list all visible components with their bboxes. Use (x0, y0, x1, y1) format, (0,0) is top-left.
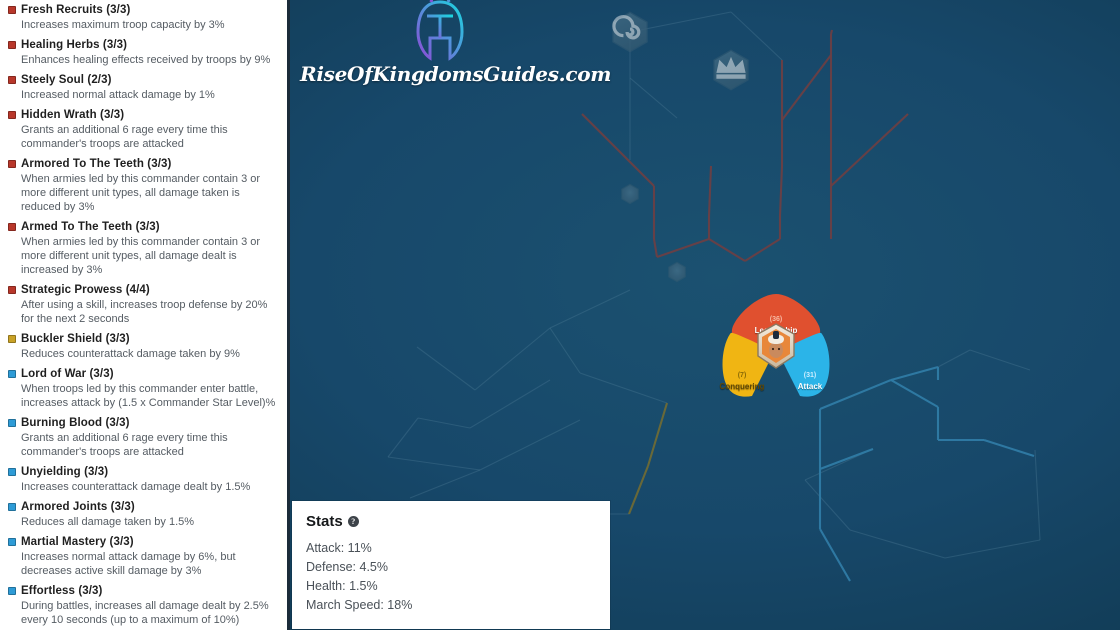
talent-name: Strategic Prowess (4/4) (21, 284, 150, 296)
talent-entry-header: Armed To The Teeth (3/3) (8, 221, 277, 234)
talent-name: Effortless (3/3) (21, 585, 103, 597)
talent-entry: Armored To The Teeth (3/3) When armies le… (8, 158, 277, 214)
stat-row: Health: 1.5% (306, 579, 378, 593)
talent-entry-header: Effortless (3/3) (8, 585, 277, 598)
talent-node-locked (658, 253, 696, 291)
talent-tree-color-swatch (8, 286, 16, 294)
talent-tree-color-swatch (8, 223, 16, 231)
talent-tree-color-swatch (8, 419, 16, 427)
stats-title-label: Stats (306, 513, 343, 530)
talent-description: Grants an additional 6 rage every time t… (21, 432, 228, 458)
talent-name: Buckler Shield (3/3) (21, 333, 130, 345)
talent-tree-color-swatch (8, 6, 16, 14)
talent-petal-points: (7) (737, 372, 747, 379)
talent-list-sidebar: Fresh Recruits (3/3) Increases maximum tr… (0, 0, 290, 630)
spiral-icon (612, 11, 648, 53)
commander-talent-hub[interactable]: (36)Leadership(7)Conquering(31)Attack (716, 290, 836, 410)
stat-row: Defense: 4.5% (306, 560, 388, 574)
talent-description: Increases normal attack damage by 6%, bu… (21, 551, 236, 577)
talent-name: Unyielding (3/3) (21, 466, 109, 478)
talent-name: Martial Mastery (3/3) (21, 536, 134, 548)
talent-tree-color-swatch (8, 587, 16, 595)
talent-description: When armies led by this commander contai… (21, 173, 261, 213)
talent-petal-points: (31) (803, 372, 817, 379)
talent-entry: Fresh Recruits (3/3) Increases maximum tr… (8, 4, 277, 32)
crown-icon (713, 49, 749, 91)
talent-description: Grants an additional 6 rage every time t… (21, 124, 228, 150)
talent-tree-color-swatch (8, 41, 16, 49)
talent-name: Armored To The Teeth (3/3) (21, 158, 172, 170)
talent-entry-header: Steely Soul (2/3) (8, 74, 277, 87)
talent-name: Burning Blood (3/3) (21, 417, 130, 429)
talent-name: Armed To The Teeth (3/3) (21, 221, 160, 233)
talent-node-locked (611, 175, 649, 213)
talent-entry-header: Armored Joints (3/3) (8, 501, 277, 514)
talent-entry: Hidden Wrath (3/3) Grants an additional 6… (8, 109, 277, 151)
talent-entry: Armed To The Teeth (3/3) When armies led … (8, 221, 277, 277)
talent-entry-header: Hidden Wrath (3/3) (8, 109, 277, 122)
talent-entry: Burning Blood (3/3) Grants an additional … (8, 417, 277, 459)
talent-entry: Martial Mastery (3/3) Increases normal at… (8, 536, 277, 578)
talent-entry-header: Buckler Shield (3/3) (8, 333, 277, 346)
stats-panel: Stats ? Attack: 11% Defense: 4.5% Health: … (292, 501, 610, 629)
talent-description: When armies led by this commander contai… (21, 236, 261, 276)
talent-entry-header: Martial Mastery (3/3) (8, 536, 277, 549)
dim-node-icon (621, 183, 639, 205)
talent-tree-color-swatch (8, 111, 16, 119)
question-mark-icon[interactable]: ? (347, 516, 359, 527)
talent-name: Steely Soul (2/3) (21, 74, 112, 86)
talent-entry: Strategic Prowess (4/4) After using a ski… (8, 284, 277, 326)
talent-entry-header: Strategic Prowess (4/4) (8, 284, 277, 297)
talent-tree-color-swatch (8, 538, 16, 546)
talent-entry: Lord of War (3/3) When troops led by this… (8, 368, 277, 410)
talent-tree-color-swatch (8, 160, 16, 168)
stat-row: Attack: 11% (306, 541, 372, 555)
talent-node-locked (702, 41, 760, 99)
talent-tree-color-swatch (8, 468, 16, 476)
talent-tree-color-swatch (8, 335, 16, 343)
talent-description: After using a skill, increases troop def… (21, 299, 268, 325)
talent-name: Armored Joints (3/3) (21, 501, 135, 513)
talent-tree-color-swatch (8, 76, 16, 84)
talent-petal-label: Attack (797, 382, 823, 391)
talent-entry-header: Fresh Recruits (3/3) (8, 4, 277, 17)
stat-row: March Speed: 18% (306, 598, 413, 612)
talent-petal-label: Conquering (719, 382, 765, 391)
talent-entry: Steely Soul (2/3) Increased normal attack… (8, 74, 277, 102)
talent-description: When troops led by this commander enter … (21, 383, 276, 409)
talent-entry: Healing Herbs (3/3) Enhances healing effe… (8, 39, 277, 67)
talent-entry: Unyielding (3/3) Increases counterattack … (8, 466, 277, 494)
talent-description: Increased normal attack damage by 1% (21, 89, 215, 101)
talent-description: During battles, increases all damage dea… (21, 600, 269, 626)
talent-description: Reduces all damage taken by 1.5% (21, 516, 195, 528)
talent-name: Healing Herbs (3/3) (21, 39, 128, 51)
talent-description: Increases counterattack damage dealt by … (21, 481, 251, 493)
talent-entry-header: Unyielding (3/3) (8, 466, 277, 479)
talent-entry: Effortless (3/3) During battles, increase… (8, 585, 277, 627)
stats-title: Stats ? (306, 513, 596, 530)
talent-name: Hidden Wrath (3/3) (21, 109, 125, 121)
commander-portrait-icon[interactable] (754, 322, 798, 372)
talent-description: Reduces counterattack damage taken by 9% (21, 348, 240, 360)
talent-entry-header: Burning Blood (3/3) (8, 417, 277, 430)
talent-node-locked (601, 3, 659, 61)
talent-entry: Buckler Shield (3/3) Reduces counterattac… (8, 333, 277, 361)
talent-name: Lord of War (3/3) (21, 368, 114, 380)
talent-entry-header: Armored To The Teeth (3/3) (8, 158, 277, 171)
talent-name: Fresh Recruits (3/3) (21, 4, 131, 16)
talent-entry-header: Lord of War (3/3) (8, 368, 277, 381)
talent-description: Enhances healing effects received by tro… (21, 54, 271, 66)
talent-entry-header: Healing Herbs (3/3) (8, 39, 277, 52)
talent-tree-color-swatch (8, 370, 16, 378)
talent-entry: Armored Joints (3/3) Reduces all damage t… (8, 501, 277, 529)
dim-node-icon (668, 261, 686, 283)
talent-tree-color-swatch (8, 503, 16, 511)
talent-description: Increases maximum troop capacity by 3% (21, 19, 225, 31)
